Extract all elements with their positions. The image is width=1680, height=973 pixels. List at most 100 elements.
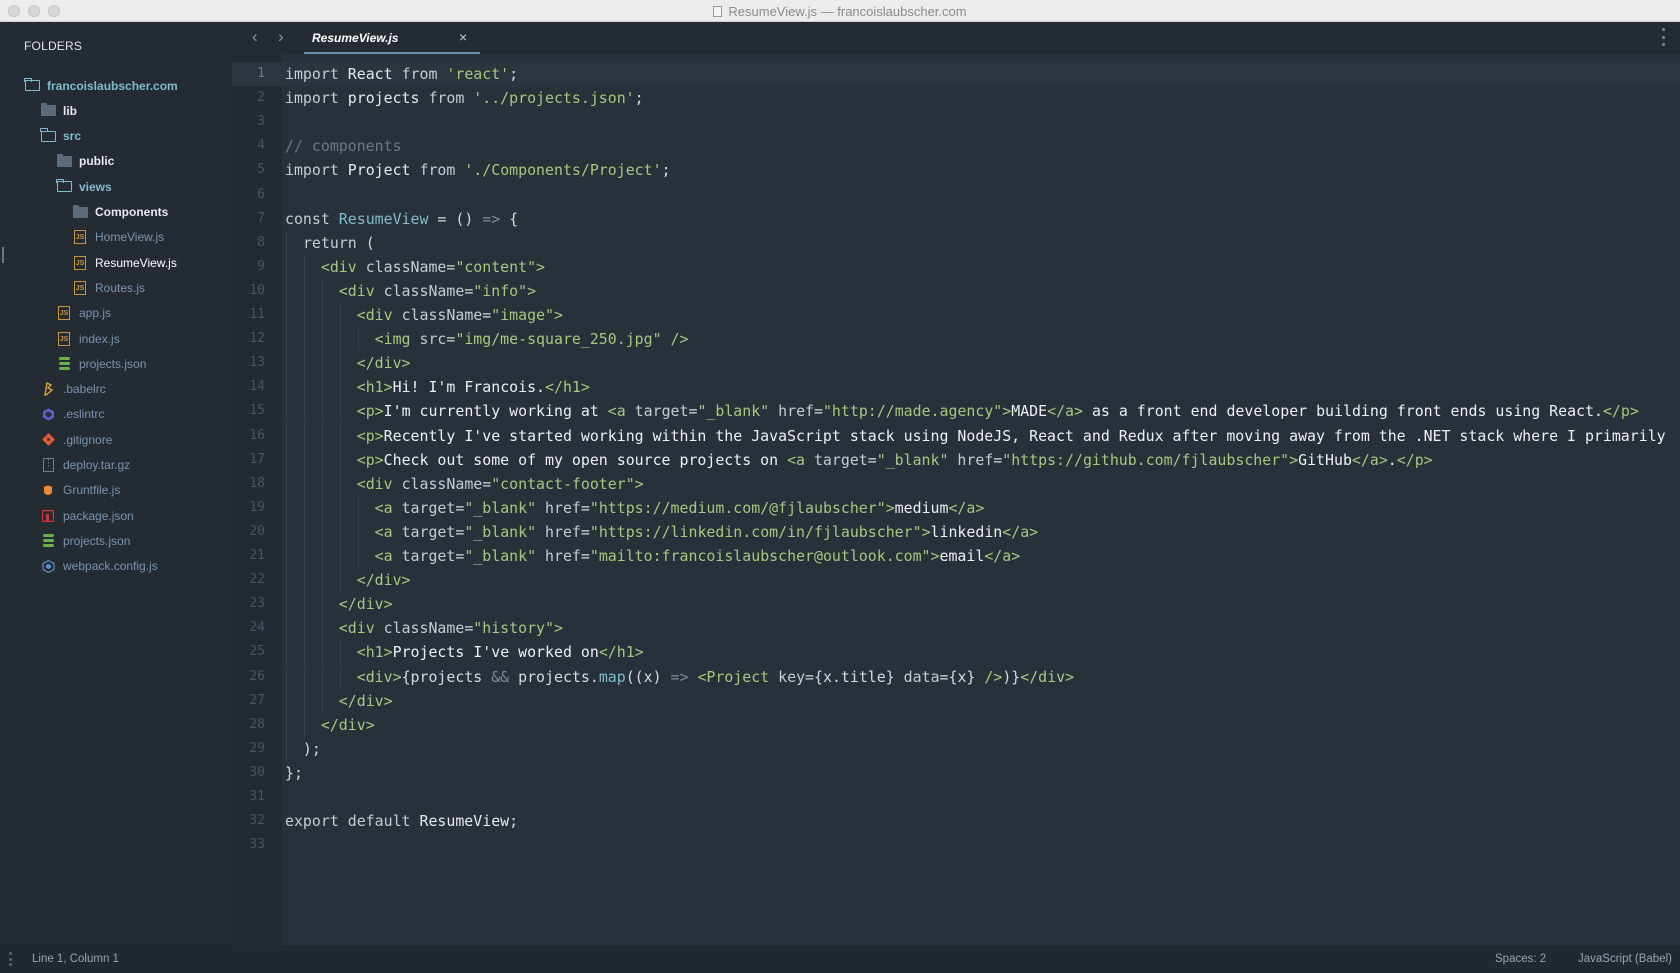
tree-item-src[interactable]: src bbox=[40, 124, 81, 149]
code-text: const ResumeView = () => { bbox=[285, 207, 518, 231]
code-token: Check out some of my open source project… bbox=[383, 450, 788, 469]
tree-item-francoislaubscher-com[interactable]: francoislaubscher.com bbox=[24, 73, 178, 98]
line-number: 3 bbox=[257, 114, 265, 130]
code-line[interactable]: 29 ); bbox=[232, 736, 1680, 761]
code-line[interactable]: 14 <h1>Hi! I'm Francois.</h1> bbox=[232, 375, 1680, 400]
git-icon bbox=[40, 433, 56, 447]
tree-item-app-js[interactable]: JS app.js bbox=[56, 301, 111, 326]
tree-item-label: .gitignore bbox=[63, 432, 113, 447]
code-line[interactable]: 1 import React from 'react'; bbox=[232, 62, 1680, 86]
code-token: "_blank" bbox=[876, 450, 949, 469]
code-token: <div> bbox=[356, 667, 402, 686]
indentation-setting[interactable]: Spaces: 2 bbox=[1495, 953, 1546, 965]
json-file-icon bbox=[56, 357, 72, 371]
code-line[interactable]: 24 <div className="history"> bbox=[232, 616, 1680, 641]
tree-item-routes-js[interactable]: JS Routes.js bbox=[72, 275, 145, 300]
javascript-file-icon: JS bbox=[72, 255, 88, 270]
tree-item-eslintrc[interactable]: .eslintrc bbox=[40, 402, 104, 427]
code-line[interactable]: 12 <img src="img/me-square_250.jpg" /> bbox=[232, 327, 1680, 352]
code-line[interactable]: 22 </div> bbox=[232, 568, 1680, 593]
tree-item-index-js[interactable]: JS index.js bbox=[56, 326, 120, 351]
code-token: href bbox=[948, 450, 994, 469]
code-line[interactable]: 10 <div className="info"> bbox=[232, 278, 1680, 303]
code-token: => bbox=[670, 667, 689, 686]
tree-item-label: Components bbox=[95, 205, 169, 219]
code-token: "http://made.agency" bbox=[822, 402, 1003, 421]
tree-item-gruntfile-js[interactable]: Gruntfile.js bbox=[40, 478, 120, 503]
tree-item-views[interactable]: views bbox=[56, 174, 112, 199]
code-line[interactable]: 28 </div> bbox=[232, 712, 1680, 737]
code-line[interactable]: 25 <h1>Projects I've worked on</h1> bbox=[232, 640, 1680, 665]
code-line[interactable]: 32 export default ResumeView; bbox=[232, 809, 1680, 833]
code-token: linkedin bbox=[930, 522, 1003, 541]
code-line[interactable]: 19 <a target="_blank" href="https://medi… bbox=[232, 495, 1680, 520]
code-token: /> bbox=[984, 667, 1003, 686]
more-options-icon[interactable] bbox=[1662, 28, 1666, 46]
tree-item-label: ResumeView.js bbox=[95, 255, 177, 270]
code-token: className bbox=[401, 306, 483, 324]
line-number: 2 bbox=[257, 90, 265, 106]
code-line[interactable]: 27 </div> bbox=[232, 688, 1680, 713]
code-line[interactable]: 15 <p>I'm currently working at <a target… bbox=[232, 399, 1680, 424]
close-icon[interactable]: × bbox=[459, 29, 467, 45]
code-token: > bbox=[536, 257, 546, 276]
code-token: </a> bbox=[948, 498, 985, 517]
code-line[interactable]: 30}; bbox=[232, 761, 1680, 785]
code-line[interactable]: 18 <div className="contact-footer"> bbox=[232, 471, 1680, 496]
line-number: 10 bbox=[249, 282, 265, 298]
code-line[interactable]: 5 import Project from './Components/Proje… bbox=[232, 158, 1680, 182]
code-token: "https://linkedin.com/in/fjlaubscher" bbox=[589, 522, 922, 541]
code-line[interactable]: 16 <p>Recently I've started working with… bbox=[232, 423, 1680, 448]
code-line[interactable]: 2 import projects from '../projects.json'… bbox=[232, 86, 1680, 110]
code-token: <a bbox=[607, 402, 635, 421]
code-editor[interactable]: 1 import React from 'react'; 2 import proje… bbox=[232, 54, 1680, 945]
tree-item-gitignore[interactable]: .gitignore bbox=[40, 427, 112, 452]
tree-item-deploy-tar-gz[interactable]: deploy.tar.gz bbox=[40, 453, 130, 478]
syntax-selector[interactable]: JavaScript (Babel) bbox=[1578, 953, 1672, 965]
tree-item-babelrc[interactable]: .babelrc bbox=[40, 377, 106, 402]
code-token: target bbox=[634, 402, 689, 421]
code-line[interactable]: 3 bbox=[232, 110, 1680, 134]
code-line[interactable]: 6 bbox=[232, 183, 1680, 207]
tree-item-public[interactable]: public bbox=[56, 149, 114, 174]
code-line[interactable]: 17 <p>Check out some of my open source p… bbox=[232, 447, 1680, 472]
tree-item-homeview-js[interactable]: JS HomeView.js bbox=[72, 225, 164, 250]
code-line[interactable]: 20 <a target="_blank" href="https://link… bbox=[232, 519, 1680, 544]
code-token: > bbox=[930, 547, 940, 565]
code-line[interactable]: 11 <div className="image"> bbox=[232, 303, 1680, 327]
code-line[interactable]: 4 // components bbox=[232, 134, 1680, 158]
tree-item-label: .eslintrc bbox=[63, 407, 105, 422]
code-line[interactable]: 23 </div> bbox=[232, 592, 1680, 617]
code-token: const bbox=[285, 209, 339, 228]
code-text: </div> bbox=[285, 592, 393, 616]
tree-item-webpack-config-js[interactable]: webpack.config.js bbox=[40, 554, 158, 579]
tab-resumeview[interactable]: ResumeView.js × bbox=[304, 22, 480, 54]
folder-open-icon bbox=[24, 77, 40, 93]
code-token: = bbox=[580, 498, 590, 517]
code-token: import bbox=[285, 89, 348, 108]
code-line[interactable]: 8 return ( bbox=[232, 230, 1680, 255]
tree-item-lib[interactable]: lib bbox=[40, 98, 77, 123]
forward-arrow-icon[interactable]: › bbox=[278, 27, 284, 47]
code-token: </a> bbox=[1351, 450, 1388, 469]
code-line[interactable]: 13 </div> bbox=[232, 351, 1680, 376]
code-token: = bbox=[482, 474, 492, 493]
tree-item-resumeview-js[interactable]: JS ResumeView.js bbox=[72, 250, 177, 275]
code-line[interactable]: 9 <div className="content"> bbox=[232, 254, 1680, 279]
code-line[interactable]: 21 <a target="_blank" href="mailto:franc… bbox=[232, 544, 1680, 568]
code-token: </div> bbox=[1020, 667, 1075, 686]
code-line[interactable]: 26 <div>{projects && projects.map((x) =>… bbox=[232, 664, 1680, 689]
tree-item-package-json[interactable]: package.json bbox=[40, 503, 134, 528]
back-arrow-icon[interactable]: ‹ bbox=[252, 27, 258, 47]
code-line[interactable]: 31 bbox=[232, 785, 1680, 809]
tree-item-components[interactable]: Components bbox=[72, 200, 168, 225]
code-line[interactable]: 7 const ResumeView = () => { bbox=[232, 207, 1680, 231]
tree-item-projects-json[interactable]: projects.json bbox=[40, 528, 130, 553]
tree-item-projects-json[interactable]: projects.json bbox=[56, 351, 146, 376]
panel-toggle-icon[interactable] bbox=[9, 952, 12, 966]
title-bar: ResumeView.js — francoislaubscher.com bbox=[0, 0, 1680, 22]
line-number: 22 bbox=[249, 572, 265, 588]
code-line[interactable]: 33 bbox=[232, 833, 1680, 857]
